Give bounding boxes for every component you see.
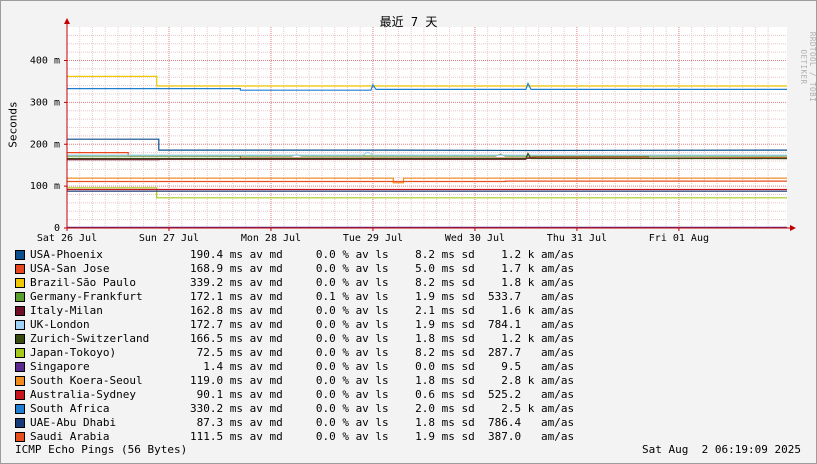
legend-series-stats: 330.2 ms av md 0.0 % av ls 2.0 ms sd 2.5… (190, 402, 575, 415)
legend-series-stats: 87.3 ms av md 0.0 % av ls 1.8 ms sd 786.… (190, 416, 575, 429)
legend-series-name: Singapore (30, 360, 90, 373)
legend-series-stats: 119.0 ms av md 0.0 % av ls 1.8 ms sd 2.8… (190, 374, 575, 387)
y-tick-label: 300 m (30, 97, 60, 108)
legend-series-name: Japan-Tokoyo) (30, 346, 117, 359)
legend-swatch (15, 334, 25, 344)
legend-swatch (15, 376, 25, 386)
x-tick-label: Tue 29 Jul (343, 233, 403, 244)
legend-series-stats: 168.9 ms av md 0.0 % av ls 5.0 ms sd 1.7… (190, 262, 575, 275)
legend-series-name: Brazil-São Paulo (30, 276, 136, 289)
legend-series-name: Zurich-Switzerland (30, 332, 150, 345)
legend-series-stats: 111.5 ms av md 0.0 % av ls 1.9 ms sd 387… (190, 430, 575, 443)
legend-series-stats: 162.8 ms av md 0.0 % av ls 2.1 ms sd 1.6… (190, 304, 575, 317)
legend-swatch (15, 390, 25, 400)
legend-series-name: Australia-Sydney (30, 388, 136, 401)
legend-swatch (15, 404, 25, 414)
x-tick-label: Fri 01 Aug (649, 233, 709, 244)
x-tick-label: Mon 28 Jul (241, 233, 301, 244)
legend-series-stats: 172.1 ms av md 0.1 % av ls 1.9 ms sd 533… (190, 290, 575, 303)
legend-series-name: South Koera-Seoul (30, 374, 143, 387)
rrdtool-watermark: RRDTOOL / TOBI OETIKER (799, 31, 817, 103)
legend-series-stats: 172.7 ms av md 0.0 % av ls 1.9 ms sd 784… (190, 318, 575, 331)
legend-swatch (15, 306, 25, 316)
x-tick-label: Thu 31 Jul (547, 233, 607, 244)
legend-swatch (15, 362, 25, 372)
legend-series-name: UK-London (30, 318, 90, 331)
legend-swatch (15, 278, 25, 288)
footer-description: ICMP Echo Pings (56 Bytes) (15, 443, 188, 456)
legend-swatch (15, 250, 25, 260)
legend-series-stats: 72.5 ms av md 0.0 % av ls 8.2 ms sd 287.… (190, 346, 575, 359)
legend-series-name: Germany-Frankfurt (30, 290, 143, 303)
chart-title: 最近 7 天 (379, 15, 438, 29)
legend-series-name: Italy-Milan (30, 304, 103, 317)
legend-series-name: USA-Phoenix (30, 248, 103, 261)
x-axis-arrow (790, 225, 796, 231)
y-tick-label: 400 m (30, 56, 60, 67)
legend-swatch (15, 320, 25, 330)
legend-series-name: USA-San Jose (30, 262, 110, 275)
footer-timestamp: Sat Aug 2 06:19:09 2025 (642, 443, 801, 456)
legend-swatch (15, 348, 25, 358)
legend-swatch (15, 264, 25, 274)
y-axis-label: Seconds (6, 101, 20, 148)
legend-series-name: UAE-Abu Dhabi (30, 416, 117, 429)
legend-swatch (15, 432, 25, 442)
y-tick-label: 100 m (30, 181, 60, 192)
legend-series-stats: 1.4 ms av md 0.0 % av ls 0.0 ms sd 9.5 a… (190, 360, 575, 373)
x-tick-label: Wed 30 Jul (445, 233, 505, 244)
legend-series-name: Saudi Arabia (30, 430, 110, 443)
legend-series-stats: 166.5 ms av md 0.0 % av ls 1.8 ms sd 1.2… (190, 332, 575, 345)
legend-series-stats: 90.1 ms av md 0.0 % av ls 0.6 ms sd 525.… (190, 388, 575, 401)
legend-series-name: South Africa (30, 402, 110, 415)
legend-swatch (15, 292, 25, 302)
x-tick-label: Sun 27 Jul (139, 233, 199, 244)
y-tick-label: 200 m (30, 139, 60, 150)
legend-series-stats: 190.4 ms av md 0.0 % av ls 8.2 ms sd 1.2… (190, 248, 575, 261)
y-tick-label: 0 (54, 223, 60, 234)
legend-series-stats: 339.2 ms av md 0.0 % av ls 8.2 ms sd 1.8… (190, 276, 575, 289)
x-tick-label: Sat 26 Jul (37, 233, 97, 244)
legend-swatch (15, 418, 25, 428)
